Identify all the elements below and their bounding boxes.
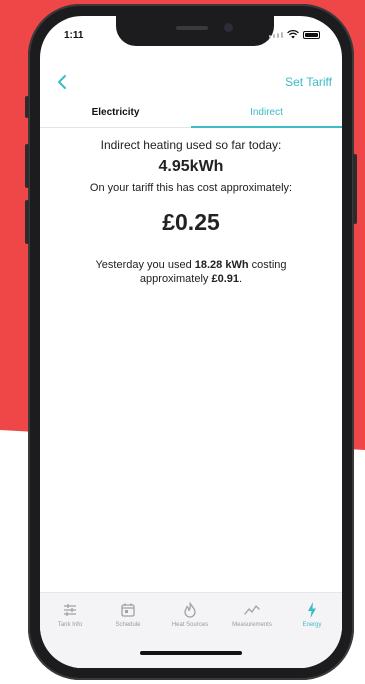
- tabbar-label-energy: Energy: [302, 622, 322, 628]
- yesterday-summary: Yesterday you used 18.28 kWh costing app…: [76, 258, 306, 286]
- tabbar-item-tank-info[interactable]: Tank Info: [40, 601, 100, 628]
- wifi-icon: [287, 30, 299, 39]
- side-button-volume-up: [25, 144, 29, 188]
- phone-frame: 1:11 Set Tariff Electricity Indirect Ind…: [25, 4, 357, 680]
- line-chart-icon: [244, 605, 260, 615]
- tabbar-label-tank-info: Tank Info: [57, 622, 83, 628]
- tabbar-item-schedule[interactable]: Schedule: [98, 601, 158, 628]
- phone-screen: 1:11 Set Tariff Electricity Indirect Ind…: [40, 16, 342, 668]
- calendar-icon: [121, 603, 135, 617]
- home-indicator[interactable]: [140, 651, 242, 655]
- notch: [116, 16, 274, 46]
- front-camera-icon: [224, 23, 233, 32]
- tab-divider: [40, 127, 191, 128]
- tabbar-item-heat-sources[interactable]: Heat Sources: [160, 601, 220, 628]
- tab-electricity[interactable]: Electricity: [40, 102, 191, 130]
- status-time: 1:11: [64, 30, 84, 41]
- chevron-left-icon: [58, 75, 66, 89]
- set-tariff-button[interactable]: Set Tariff: [285, 75, 332, 89]
- side-button-power: [353, 154, 357, 224]
- tabbar-item-measurements[interactable]: Measurements: [222, 601, 282, 628]
- cost-value: £0.25: [162, 209, 220, 235]
- bottom-tab-bar: Tank Info Schedule Heat Sources Measurem…: [40, 592, 342, 668]
- tabbar-label-measurements: Measurements: [232, 622, 272, 628]
- tabbar-item-energy[interactable]: Energy: [282, 601, 342, 628]
- yesterday-prefix: Yesterday you used: [95, 259, 192, 271]
- cost-label: On your tariff this has cost approximate…: [89, 182, 293, 194]
- yesterday-suffix: .: [239, 273, 243, 285]
- tab-active-indicator: [191, 126, 342, 128]
- battery-icon: [303, 30, 320, 39]
- side-button-mute: [25, 96, 29, 118]
- today-usage-value: 4.95kWh: [158, 158, 224, 175]
- flame-icon: [184, 602, 196, 618]
- today-usage-label: Indirect heating used so far today:: [100, 138, 282, 152]
- energy-summary: Indirect heating used so far today: 4.95…: [40, 138, 342, 286]
- yesterday-kwh: 18.28 kWh: [194, 259, 249, 271]
- tabbar-label-schedule: Schedule: [115, 622, 141, 628]
- speaker-grille: [176, 26, 208, 30]
- sliders-icon: [64, 604, 76, 616]
- status-icons: [269, 30, 320, 39]
- signal-icon: [269, 31, 283, 38]
- navigation-bar: Set Tariff: [40, 70, 342, 98]
- yesterday-cost: £0.91: [211, 273, 239, 285]
- tabbar-label-heat-sources: Heat Sources: [171, 622, 209, 628]
- side-button-volume-down: [25, 200, 29, 244]
- back-button[interactable]: [54, 72, 70, 92]
- lightning-icon: [308, 602, 316, 618]
- energy-tabs: Electricity Indirect: [40, 102, 342, 130]
